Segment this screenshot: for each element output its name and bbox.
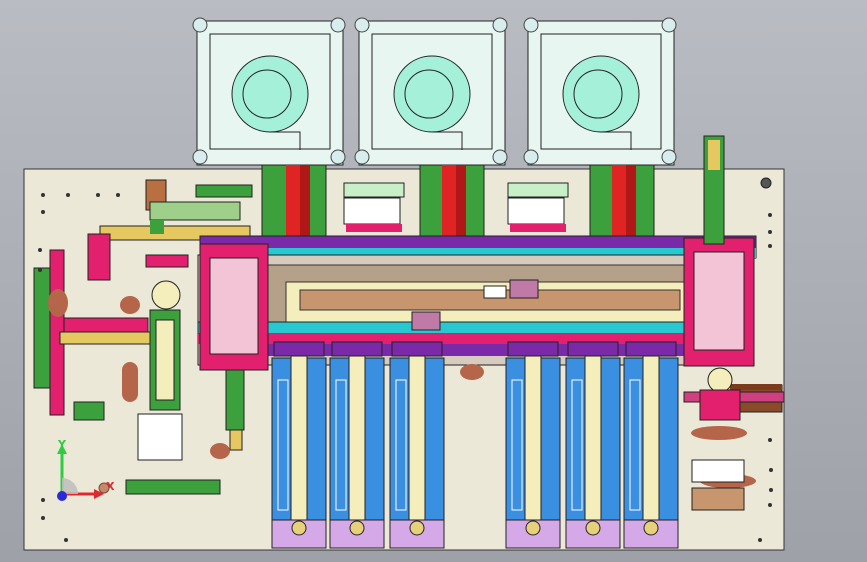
station-slide-2 [329,341,385,549]
mounting-hole [768,213,772,217]
triad-origin-marker [98,482,110,494]
cad-assembly-view [23,17,785,551]
mounting-hole [38,268,42,272]
mounting-hole [116,193,120,197]
mounting-hole [66,193,70,197]
blower-unit-1 [192,17,346,166]
mounting-hole [768,438,772,442]
valve-bank-1 [343,182,405,232]
mounting-hole [38,248,42,252]
blower-unit-3 [523,17,677,166]
valve-bank-2 [507,182,569,232]
corner-bolt [760,177,772,189]
mounting-hole [768,230,772,234]
y-axis-label: Y [57,438,67,451]
station-slide-1 [271,341,327,549]
view-arc [62,478,78,494]
station-slide-4 [505,341,561,549]
mounting-hole [769,468,773,472]
z-axis-dot [57,491,67,501]
axis-triad: Y X [57,438,115,501]
mounting-hole [41,193,45,197]
station-slide-6 [623,341,679,549]
mounting-hole [41,516,45,520]
blower-unit-2 [354,17,508,166]
mounting-hole [768,503,772,507]
mounting-hole [769,488,773,492]
station-slide-5 [565,341,621,549]
mounting-hole [768,244,772,248]
station-slide-3 [389,341,445,549]
mounting-hole [96,193,100,197]
mounting-hole [41,210,45,214]
mounting-hole [64,538,68,542]
mounting-hole [758,538,762,542]
